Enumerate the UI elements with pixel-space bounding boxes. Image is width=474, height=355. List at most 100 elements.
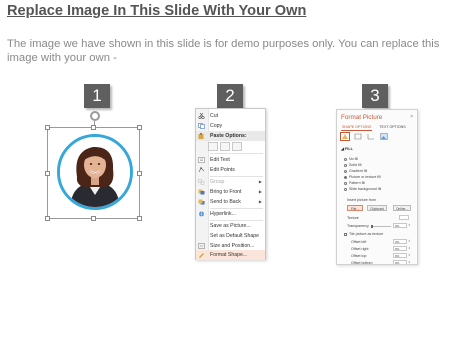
format-shape-icon	[198, 252, 205, 258]
paste-picture-button[interactable]	[220, 142, 230, 151]
spinner-icon[interactable]: ⇕	[408, 253, 412, 258]
woman-portrait-photo[interactable]	[57, 134, 133, 210]
pane-category-icons	[340, 132, 392, 141]
menu-item-format-shape[interactable]: Format Shape...	[196, 250, 265, 260]
send-back-icon	[198, 199, 205, 205]
radio-slide-background-fill[interactable]	[344, 188, 347, 191]
menu-item-send-to-back[interactable]: Send to Back ▶	[196, 197, 265, 207]
menu-item-label: Paste Options:	[210, 133, 247, 139]
rotate-handle-icon[interactable]	[90, 111, 100, 121]
paste-text-only-button[interactable]	[232, 142, 242, 151]
spinner-icon[interactable]: ⇕	[408, 246, 412, 251]
menu-item-edit-points[interactable]: Edit Points	[196, 165, 265, 175]
fill-option-label: Picture or texture fill	[349, 175, 381, 179]
copy-icon	[198, 123, 205, 129]
slide-description: The image we have shown in this slide is…	[7, 38, 440, 64]
resize-handle-top-right[interactable]	[137, 125, 142, 130]
menu-item-edit-text[interactable]: Edit Text	[196, 155, 265, 165]
menu-section-paste-options: Paste Options:	[196, 131, 265, 141]
menu-item-label: Format Shape...	[210, 252, 248, 258]
format-picture-pane: Format Picture × SHAPE OPTIONS TEXT OPTI…	[336, 109, 418, 265]
menu-item-label: Set as Default Shape	[210, 233, 260, 239]
offset-left-label: Offset left	[351, 240, 367, 244]
menu-item-set-default-shape[interactable]: Set as Default Shape	[196, 231, 265, 241]
submenu-arrow-icon: ▶	[258, 179, 262, 184]
portrait-illustration	[60, 137, 130, 207]
online-button[interactable]: Online...	[393, 205, 411, 211]
menu-item-bring-to-front[interactable]: Bring to Front ▶	[196, 187, 265, 197]
menu-item-label: Save as Picture...	[210, 223, 251, 229]
menu-item-label: Edit Text	[210, 157, 230, 163]
spinner-icon[interactable]: ⇕	[408, 239, 412, 244]
paste-keep-format-button[interactable]	[208, 142, 218, 151]
offset-bottom-field[interactable]: 0%	[393, 260, 407, 264]
menu-item-hyperlink[interactable]: Hyperlink...	[196, 209, 265, 219]
resize-handle-top-left[interactable]	[45, 125, 50, 130]
resize-handle-top[interactable]	[91, 125, 96, 130]
fill-option-label: Pattern fill	[349, 181, 365, 185]
radio-pattern-fill[interactable]	[344, 182, 347, 185]
menu-item-label: Copy	[210, 123, 223, 129]
radio-picture-fill[interactable]	[344, 176, 347, 179]
fill-section-header[interactable]: ◢ FILL	[341, 146, 353, 151]
menu-item-label: Hyperlink...	[210, 211, 236, 217]
fill-line-icon[interactable]	[340, 132, 350, 141]
edit-points-icon	[198, 167, 205, 173]
menu-item-label: Edit Points	[210, 167, 235, 173]
effects-icon[interactable]	[354, 133, 362, 140]
picture-icon[interactable]	[380, 133, 388, 140]
tab-shape-options[interactable]: SHAPE OPTIONS	[341, 125, 373, 131]
clipboard-button[interactable]: Clipboard	[367, 205, 387, 211]
menu-separator	[210, 153, 263, 154]
menu-item-save-as-picture[interactable]: Save as Picture...	[196, 221, 265, 231]
tab-text-options[interactable]: TEXT OPTIONS	[378, 125, 406, 130]
paste-icon	[198, 133, 205, 139]
slider-knob[interactable]	[371, 225, 373, 228]
submenu-arrow-icon: ▶	[258, 199, 262, 204]
slide-title: Replace Image In This Slide With Your Ow…	[7, 3, 307, 19]
menu-item-label: Cut	[210, 113, 219, 119]
size-properties-icon[interactable]	[367, 133, 375, 140]
edit-text-icon	[198, 157, 205, 163]
radio-solid-fill[interactable]	[344, 164, 347, 167]
fill-option-label: Solid fill	[349, 163, 362, 167]
menu-item-label: Group	[210, 179, 225, 185]
file-button[interactable]: File...	[347, 205, 363, 211]
radio-gradient-fill[interactable]	[344, 170, 347, 173]
offset-left-field[interactable]: 0%	[393, 239, 407, 244]
transparency-field[interactable]: 0%	[393, 223, 407, 228]
step-badge-3: 3	[362, 84, 388, 108]
hyperlink-icon	[198, 211, 205, 217]
offset-right-field[interactable]: 0%	[393, 246, 407, 251]
menu-item-label: Bring to Front	[210, 189, 242, 195]
size-position-icon	[198, 243, 205, 249]
spinner-icon[interactable]: ⇕	[408, 223, 412, 228]
scissors-icon	[198, 112, 205, 120]
spinner-icon[interactable]: ⇕	[408, 260, 412, 264]
offset-right-label: Offset right	[351, 247, 369, 251]
menu-item-copy[interactable]: Copy	[196, 121, 265, 131]
resize-handle-bottom-left[interactable]	[45, 216, 50, 221]
group-icon	[198, 179, 205, 185]
transparency-slider[interactable]	[371, 225, 391, 228]
resize-handle-right[interactable]	[137, 171, 142, 176]
radio-no-fill[interactable]	[344, 158, 347, 161]
transparency-label: Transparency	[347, 224, 369, 228]
texture-label: Texture	[347, 216, 359, 220]
fill-option-label: Slide background fill	[349, 187, 382, 191]
tile-label: Tile picture as texture	[349, 232, 384, 236]
texture-picker[interactable]	[399, 215, 409, 220]
menu-item-group[interactable]: Group ▶	[196, 177, 265, 187]
close-icon[interactable]: ×	[410, 114, 413, 120]
offset-top-field[interactable]: 0%	[393, 253, 407, 258]
tile-checkbox[interactable]	[344, 233, 347, 236]
pane-tabs: SHAPE OPTIONS TEXT OPTIONS	[341, 125, 412, 131]
resize-handle-bottom-right[interactable]	[137, 216, 142, 221]
menu-item-cut[interactable]: Cut	[196, 111, 265, 121]
resize-handle-bottom[interactable]	[91, 216, 96, 221]
fill-section-label: FILL	[344, 147, 353, 151]
menu-item-label: Send to Back	[210, 199, 241, 205]
resize-handle-left[interactable]	[45, 171, 50, 176]
fill-option-label: Gradient fill	[349, 169, 368, 173]
step-badge-1: 1	[84, 84, 110, 108]
